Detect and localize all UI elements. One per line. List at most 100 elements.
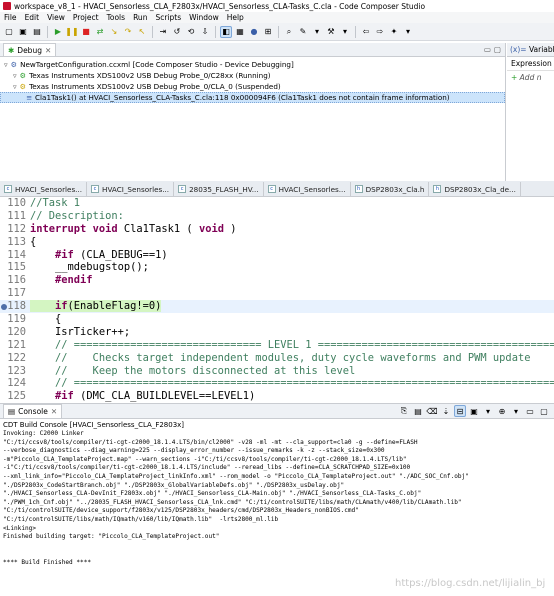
debug-tree-item[interactable]: ≡ Cla1Task1() at HVACI_Sensorless_CLA-Tas… [0,92,505,103]
back-icon[interactable]: ⇦ [360,26,372,38]
dropdown-icon[interactable]: ▾ [510,405,522,417]
line-number: 112 [7,222,26,235]
terminate-icon[interactable]: ■ [80,26,92,38]
current-code-line[interactable]: 118 if(EnableFlag!=0) [0,300,554,314]
scroll-lock-icon[interactable]: ⇣ [440,405,452,417]
console-line: "./DSP2803x_CodeStartBranch.obj" "./DSP2… [3,481,345,489]
code-line[interactable]: 123 // Keep the motors disconnected at t… [0,365,554,378]
tab-console[interactable]: ▤ Console ✕ [3,404,63,418]
dropdown-icon[interactable]: ▾ [311,26,323,38]
maximize-icon[interactable]: ▢ [538,405,550,417]
code-line[interactable]: 110 //Task 1 [0,197,554,210]
display-console-icon[interactable]: ▣ [468,405,480,417]
save-all-icon[interactable]: ▤ [31,26,43,38]
dropdown-icon[interactable]: ▾ [339,26,351,38]
expand-icon[interactable]: ▿ [4,60,8,69]
debug-view-tabbar: ✱ Debug ✕ ▭ ▢ [0,43,505,57]
code-line[interactable]: 124 // =================================… [0,377,554,390]
dropdown-icon[interactable]: ▾ [402,26,414,38]
add-expression-button[interactable]: + Add n [507,71,554,84]
code-line[interactable]: 119 { [0,313,554,326]
editor-tab[interactable]: c HVACI_Sensorles... [87,182,175,196]
code-line[interactable]: 121 // ============================== LE… [0,339,554,352]
tab-variables[interactable]: (x)= Variables [507,43,554,57]
editor-tab[interactable]: c 28035_FLASH_HV... [174,182,264,196]
asm-step-icon[interactable]: ⇥ [157,26,169,38]
launch-config-icon: ⚙ [10,60,18,69]
code-line[interactable]: 116 #endif [0,274,554,287]
load-program-icon[interactable]: ⇩ [199,26,211,38]
new-file-icon[interactable]: ▢ [3,26,15,38]
close-icon[interactable]: ✕ [45,46,51,55]
menu-item-window[interactable]: Window [185,13,223,22]
step-over-icon[interactable]: ↷ [122,26,134,38]
memory-icon[interactable]: ▦ [234,26,246,38]
code-line[interactable]: 111 // Description: [0,210,554,223]
debug-tree: ▿ ⚙ NewTargetConfiguration.ccxml [Code Com… [0,57,505,103]
debug-tree-item[interactable]: ▿ ⚙ Texas Instruments XDS100v2 USB Debug P… [0,70,505,81]
line-number: 111 [7,209,26,222]
tab-debug[interactable]: ✱ Debug ✕ [3,43,57,56]
code-line[interactable]: 117 [0,287,554,300]
minimize-icon[interactable]: ▭ [524,405,536,417]
suspend-icon[interactable]: ❚❚ [65,26,78,38]
step-return-icon[interactable]: ↖ [136,26,148,38]
code-line[interactable]: 125 #if (DMC_CLA_BUILDLEVEL==LEVEL1) [0,390,554,403]
code-editor[interactable]: 110 //Task 1 111 // Description: 112 interrup… [0,197,554,403]
save-icon[interactable]: ▣ [17,26,29,38]
code-line[interactable]: 120 IsrTicker++; [0,326,554,339]
resume-icon[interactable]: ▶ [52,26,64,38]
pin-icon[interactable]: ✦ [388,26,400,38]
code-line[interactable]: 122 // Checks target independent modules… [0,352,554,365]
debug-tree-item[interactable]: ▿ ⚙ NewTargetConfiguration.ccxml [Code Com… [0,59,505,70]
expand-icon[interactable]: ▿ [13,71,17,80]
code-line[interactable]: 112 interrupt void Cla1Task1 ( void ) [0,223,554,236]
debug-tree-item[interactable]: ▿ ⚙ Texas Instruments XDS100v2 USB Debug P… [0,81,505,92]
pin-console-icon[interactable]: ⊟ [454,405,466,417]
editor-tab[interactable]: h DSP2803x_Cla_de... [429,182,521,196]
breakpoint-icon[interactable]: ● [248,26,260,38]
menu-item-view[interactable]: View [43,13,69,22]
clear-console-icon[interactable]: ⌫ [426,405,438,417]
editor-tab[interactable]: c HVACI_Sensorles... [264,182,351,196]
code-line[interactable]: 114 #if (CLA_DEBUG==1) [0,249,554,262]
console-line: Finished building target: "Piccolo_CLA_T… [3,533,220,541]
reset-icon[interactable]: ↺ [171,26,183,38]
step-into-icon[interactable]: ↘ [108,26,120,38]
search-icon[interactable]: ⌕ [283,26,295,38]
menu-item-project[interactable]: Project [69,13,103,22]
debug-tree-item-label: Texas Instruments XDS100v2 USB Debug Pro… [29,71,271,80]
close-icon[interactable]: ✕ [51,407,57,416]
expressions-icon[interactable]: ⊞ [262,26,274,38]
tools-icon[interactable]: ✎ [297,26,309,38]
menu-item-help[interactable]: Help [223,13,248,22]
editor-tab[interactable]: h DSP2803x_Cla.h [351,182,430,196]
bug-icon: ✱ [8,45,15,55]
editor-tab[interactable]: c HVACI_Sensorles... [0,182,88,196]
plus-icon: + [511,73,520,82]
copy-icon[interactable]: ⎘ [398,405,410,417]
minimize-icon[interactable]: ▭ [484,45,491,54]
connect-icon[interactable]: ⇄ [94,26,106,38]
expand-icon[interactable]: ▿ [13,82,17,91]
dropdown-icon[interactable]: ▾ [482,405,494,417]
menu-item-scripts[interactable]: Scripts [151,13,185,22]
header-file-icon: h [354,185,363,193]
menu-item-tools[interactable]: Tools [103,13,129,22]
paste-icon[interactable]: ▤ [412,405,424,417]
menu-item-run[interactable]: Run [129,13,151,22]
menu-item-edit[interactable]: Edit [21,13,44,22]
console-view: ▤ Console ✕ ⎘ ▤ ⌫ ⇣ ⊟ ▣ ▾ ⊕ ▾ ▭ ▢ CDT Bu… [0,403,554,596]
forward-icon[interactable]: ⇨ [374,26,386,38]
code-line[interactable]: 113 { [0,236,554,249]
code-line[interactable]: 115 __mdebugstop(); [0,261,554,274]
debug-view-toggle-icon[interactable]: ◧ [220,25,232,38]
restart-icon[interactable]: ⟲ [185,26,197,38]
console-line: "C:/ti/ccsv8/tools/compiler/ti-cgt-c2000… [3,438,418,446]
menu-item-file[interactable]: File [0,13,21,22]
maximize-icon[interactable]: ▢ [494,45,501,54]
console-line: "./HVACI_Sensorless_CLA-DevInit_F2803x.o… [3,490,422,498]
new-console-icon[interactable]: ⊕ [496,405,508,417]
build-icon[interactable]: ⚒ [325,26,337,38]
console-output[interactable]: Invoking: C2000 Linker "C:/ti/ccsv8/tools… [0,430,554,590]
